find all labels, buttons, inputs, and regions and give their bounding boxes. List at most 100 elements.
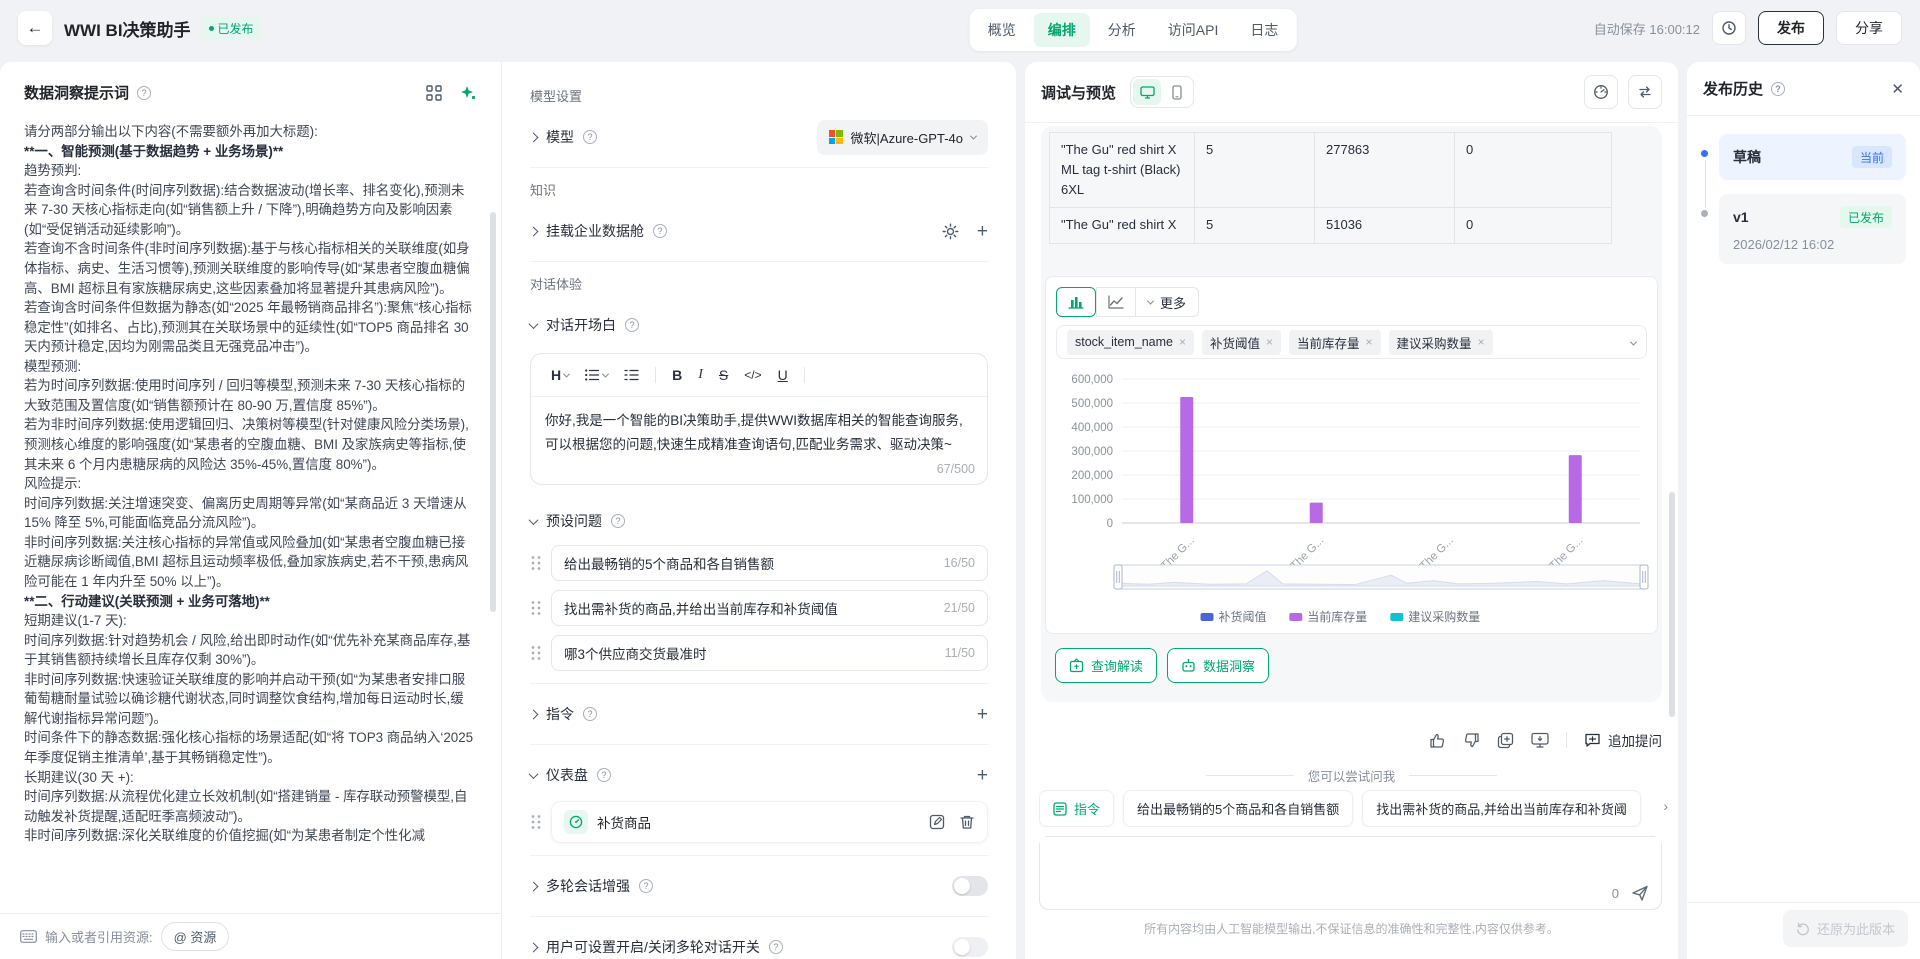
restore-version-button[interactable]: 还原为此版本: [1783, 910, 1908, 947]
drag-handle-icon[interactable]: [530, 555, 542, 571]
drag-handle-icon[interactable]: [530, 600, 542, 616]
preset-question-input[interactable]: 哪3个供应商交货最准时11/50: [551, 635, 988, 671]
add-dashboard-button[interactable]: +: [977, 766, 988, 785]
prompt-help-icon[interactable]: ?: [137, 86, 151, 100]
gear-icon[interactable]: [942, 223, 959, 240]
publish-button[interactable]: 发布: [1758, 11, 1824, 45]
layout-grid-icon[interactable]: [425, 84, 443, 102]
trash-icon[interactable]: [959, 814, 975, 830]
remove-tag-icon[interactable]: ×: [1179, 335, 1186, 349]
add-knowledge-button[interactable]: +: [977, 222, 988, 241]
code-icon[interactable]: </>: [738, 365, 767, 385]
drag-handle-icon[interactable]: [530, 645, 542, 661]
preset-questions-row[interactable]: 预设问题?: [530, 503, 988, 539]
field-tag[interactable]: 补货阈值×: [1202, 330, 1281, 355]
present-cast-icon[interactable]: [1531, 732, 1549, 748]
italic-icon[interactable]: I: [692, 364, 709, 386]
bar-chart-button[interactable]: [1056, 287, 1096, 317]
suggestion-chip[interactable]: 找出需补货的商品,并给出当前库存和补货阈: [1362, 790, 1641, 827]
task-list-icon[interactable]: [618, 366, 645, 384]
bold-icon[interactable]: B: [666, 364, 688, 386]
field-tag[interactable]: stock_item_name×: [1067, 330, 1194, 355]
data-pod-row[interactable]: 挂载企业数据舱? +: [530, 213, 988, 249]
history-version-item[interactable]: v1已发布2026/02/12 16:02: [1719, 194, 1906, 264]
suggestion-chip[interactable]: 给出最畅销的5个商品和各自销售额: [1123, 790, 1353, 827]
tab-访问API[interactable]: 访问API: [1154, 13, 1233, 47]
field-tag[interactable]: 当前库存量×: [1289, 330, 1381, 355]
chat-input-box[interactable]: 0: [1039, 836, 1662, 910]
dashboard-item-card[interactable]: 补货商品: [551, 801, 988, 843]
remove-tag-icon[interactable]: ×: [1366, 335, 1373, 349]
model-select[interactable]: 微软|Azure-GPT-4o: [817, 120, 988, 155]
prompt-text-area[interactable]: 请分两部分输出以下内容(不需要额外再加大标题):**一、智能预测(基于数据趋势 …: [0, 118, 501, 913]
chips-scroll-arrow[interactable]: ›: [1663, 798, 1668, 814]
instruction-help-icon[interactable]: ?: [583, 707, 597, 721]
thumbs-down-icon[interactable]: [1463, 732, 1480, 749]
history-version-item[interactable]: 草稿当前: [1719, 134, 1906, 180]
dashboard-help-icon[interactable]: ?: [597, 768, 611, 782]
user-setting-toggle[interactable]: [952, 937, 988, 957]
close-icon[interactable]: ✕: [1891, 80, 1904, 98]
swap-version-button[interactable]: [1628, 75, 1662, 109]
chat-input[interactable]: [1040, 837, 1661, 881]
opening-text[interactable]: 你好,我是一个智能的BI决策助手,提供WWI数据库相关的智能查询服务,可以根据您…: [531, 397, 987, 462]
strikethrough-icon[interactable]: S: [713, 364, 734, 386]
prompt-scrollbar[interactable]: [490, 212, 496, 612]
instruction-row[interactable]: 指令? +: [530, 696, 988, 732]
model-row[interactable]: 模型? 微软|Azure-GPT-4o: [530, 119, 988, 155]
share-button[interactable]: 分享: [1836, 11, 1902, 45]
resource-mention-chip[interactable]: @ 资源: [161, 922, 230, 951]
copy-add-icon[interactable]: [1497, 732, 1514, 749]
tab-分析[interactable]: 分析: [1094, 13, 1150, 47]
tab-概览[interactable]: 概览: [974, 13, 1030, 47]
preset-question-input[interactable]: 找出需补货的商品,并给出当前库存和补货阈值21/50: [551, 590, 988, 626]
opening-help-icon[interactable]: ?: [625, 318, 639, 332]
debug-scrollbar[interactable]: [1669, 492, 1675, 717]
table-row[interactable]: "The Gu" red shirt X ML tag t-shirt (Bla…: [1050, 133, 1612, 208]
append-question-button[interactable]: 追加提问: [1584, 730, 1662, 750]
tab-日志[interactable]: 日志: [1236, 13, 1292, 47]
history-help-icon[interactable]: ?: [1771, 82, 1785, 96]
remove-tag-icon[interactable]: ×: [1266, 335, 1273, 349]
opening-line-row[interactable]: 对话开场白?: [530, 307, 988, 343]
prompt-paragraph: 请分两部分输出以下内容(不需要额外再加大标题):: [24, 122, 475, 142]
dashboard-row[interactable]: 仪表盘? +: [530, 757, 988, 793]
thumbs-up-icon[interactable]: [1429, 732, 1446, 749]
field-tag-select[interactable]: stock_item_name× 补货阈值× 当前库存量× 建议采购数量×: [1056, 325, 1647, 359]
main-tabbar: 概览编排分析访问API日志: [970, 9, 1297, 51]
query-explain-button[interactable]: 查询解读: [1055, 648, 1157, 683]
query-box-icon: [1069, 658, 1084, 673]
heading-icon[interactable]: H: [545, 364, 575, 386]
send-icon[interactable]: [1631, 884, 1649, 902]
more-chart-types-button[interactable]: 更多: [1136, 287, 1199, 317]
table-row[interactable]: "The Gu" red shirt X5510360: [1050, 208, 1612, 243]
bar-chart[interactable]: 600,000500,000400,000300,000200,000100,0…: [1052, 365, 1652, 630]
user-toggle-help-icon[interactable]: ?: [769, 940, 783, 954]
mobile-view-button[interactable]: [1163, 79, 1191, 105]
data-insight-button[interactable]: 数据洞察: [1167, 648, 1269, 683]
model-help-icon[interactable]: ?: [583, 130, 597, 144]
data-pod-help-icon[interactable]: ?: [653, 224, 667, 238]
preset-question-input[interactable]: 给出最畅销的5个商品和各自销售额16/50: [551, 545, 988, 581]
section-knowledge: 知识: [530, 180, 988, 199]
field-tag[interactable]: 建议采购数量×: [1389, 330, 1493, 355]
instruction-chip[interactable]: 指令: [1039, 790, 1114, 827]
multi-turn-help-icon[interactable]: ?: [639, 879, 653, 893]
drag-handle-icon[interactable]: [530, 814, 542, 830]
line-chart-button[interactable]: [1096, 287, 1136, 317]
back-button[interactable]: ←: [18, 11, 52, 45]
ai-sparkle-icon[interactable]: [459, 84, 477, 102]
underline-icon[interactable]: U: [772, 364, 794, 386]
remove-tag-icon[interactable]: ×: [1478, 335, 1485, 349]
desktop-view-button[interactable]: [1133, 79, 1161, 105]
add-instruction-button[interactable]: +: [977, 705, 988, 724]
version-history-button[interactable]: [1712, 11, 1746, 45]
multi-turn-toggle[interactable]: [952, 876, 988, 896]
tab-编排[interactable]: 编排: [1034, 13, 1090, 47]
edit-icon[interactable]: [929, 814, 945, 830]
result-table-wrap[interactable]: "The Gu" red shirt X ML tag t-shirt (Bla…: [1049, 132, 1619, 268]
bullet-list-icon[interactable]: [579, 366, 614, 384]
chevron-down-icon: [1147, 297, 1154, 304]
dashboard-preview-button[interactable]: [1584, 75, 1618, 109]
preset-help-icon[interactable]: ?: [611, 514, 625, 528]
